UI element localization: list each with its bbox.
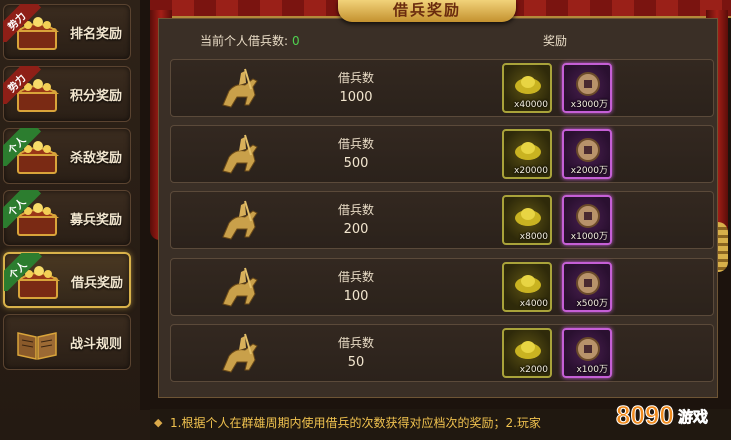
- reward-tier-row: 借兵数 50 x2000 x100万: [170, 324, 714, 382]
- reward-quantity: x2000万: [570, 166, 608, 176]
- tier-value: 100: [343, 289, 369, 304]
- horse-rider-icon: [222, 333, 258, 373]
- current-borrow-count: 当前个人借兵数: 0: [200, 34, 300, 48]
- sidebar-item-label: 募兵奖励: [70, 213, 123, 228]
- tier-value: 200: [343, 222, 369, 237]
- reward-quantity: x8000: [519, 232, 548, 242]
- reward-gold-slot[interactable]: x4000: [502, 262, 552, 312]
- reward-quantity: x100万: [576, 365, 608, 375]
- sidebar-item-rank-reward[interactable]: 势力 排名奖励: [3, 4, 131, 60]
- panel-title: 借兵奖励: [338, 0, 516, 22]
- reward-tier-row: 借兵数 500 x20000 x2000万: [170, 125, 714, 183]
- rules-text: 1.根据个人在群雄周期内使用借兵的次数获得对应档次的奖励；2.玩家: [170, 416, 541, 430]
- tier-label: 借兵数: [337, 336, 374, 350]
- tier-value: 500: [343, 156, 369, 171]
- reward-quantity: x1000万: [570, 232, 608, 242]
- copper-coin-icon: [576, 271, 600, 295]
- book-icon: [17, 332, 57, 360]
- sidebar-item-borrow-reward[interactable]: 个人 借兵奖励: [3, 252, 131, 308]
- horse-rider-icon: [222, 134, 258, 174]
- gold-ingot-icon: [515, 341, 541, 359]
- reward-gold-slot[interactable]: x20000: [502, 129, 552, 179]
- diamond-bullet-icon: ◆: [154, 416, 163, 429]
- reward-quantity: x3000万: [570, 100, 608, 110]
- reward-gold-slot[interactable]: x40000: [502, 63, 552, 113]
- horse-rider-icon: [222, 68, 258, 108]
- tier-label: 借兵数: [337, 71, 374, 85]
- reward-tier-row: 借兵数 100 x4000 x500万: [170, 258, 714, 316]
- reward-coin-slot[interactable]: x500万: [562, 262, 612, 312]
- copper-coin-icon: [576, 204, 600, 228]
- personal-tag: 个人: [3, 190, 41, 228]
- reward-quantity: x500万: [576, 299, 608, 309]
- horse-rider-icon: [222, 200, 258, 240]
- reward-coin-slot[interactable]: x100万: [562, 328, 612, 378]
- borrow-count-value: 0: [292, 34, 300, 48]
- reward-gold-slot[interactable]: x8000: [502, 195, 552, 245]
- sidebar-item-points-reward[interactable]: 势力 积分奖励: [3, 66, 131, 122]
- sidebar-item-label: 战斗规则: [70, 337, 123, 352]
- sidebar-item-label: 杀敌奖励: [70, 151, 123, 166]
- copper-coin-icon: [576, 337, 600, 361]
- reward-coin-slot[interactable]: x1000万: [562, 195, 612, 245]
- reward-tier-row: 借兵数 200 x8000 x1000万: [170, 191, 714, 249]
- tier-label: 借兵数: [337, 137, 374, 151]
- gold-ingot-icon: [515, 275, 541, 293]
- sidebar: 势力 排名奖励 势力 积分奖励 个人 杀敌奖励 个人 募兵奖励 个人 借兵奖励 …: [0, 0, 140, 440]
- copper-coin-icon: [576, 138, 600, 162]
- reward-column-header: 奖励: [543, 34, 568, 48]
- reward-quantity: x2000: [519, 365, 548, 375]
- gold-ingot-icon: [515, 208, 541, 226]
- reward-tier-row: 借兵数 1000 x40000 x3000万: [170, 59, 714, 117]
- reward-coin-slot[interactable]: x3000万: [562, 63, 612, 113]
- copper-coin-icon: [576, 72, 600, 96]
- reward-quantity: x20000: [514, 166, 548, 176]
- faction-tag: 势力: [3, 66, 41, 104]
- sidebar-item-label: 排名奖励: [70, 27, 123, 42]
- tier-label: 借兵数: [337, 203, 374, 217]
- tier-label: 借兵数: [337, 270, 374, 284]
- reward-quantity: x40000: [514, 100, 548, 110]
- personal-tag: 个人: [4, 253, 42, 291]
- reward-quantity: x4000: [519, 299, 548, 309]
- sidebar-item-kill-reward[interactable]: 个人 杀敌奖励: [3, 128, 131, 184]
- horse-rider-icon: [222, 267, 258, 307]
- sidebar-item-label: 积分奖励: [70, 89, 123, 104]
- sidebar-item-label: 借兵奖励: [71, 276, 124, 291]
- sidebar-item-battle-rules[interactable]: 战斗规则: [3, 314, 131, 370]
- faction-tag: 势力: [3, 4, 41, 42]
- personal-tag: 个人: [3, 128, 41, 166]
- sidebar-item-recruit-reward[interactable]: 个人 募兵奖励: [3, 190, 131, 246]
- gold-ingot-icon: [515, 76, 541, 94]
- gold-ingot-icon: [515, 142, 541, 160]
- reward-gold-slot[interactable]: x2000: [502, 328, 552, 378]
- tier-value: 1000: [339, 90, 373, 105]
- tier-value: 50: [347, 355, 365, 370]
- svg-text:游戏: 游戏: [678, 408, 708, 426]
- reward-coin-slot[interactable]: x2000万: [562, 129, 612, 179]
- site-watermark-logo: 8090 游戏: [616, 400, 709, 431]
- svg-text:8090: 8090: [616, 400, 674, 430]
